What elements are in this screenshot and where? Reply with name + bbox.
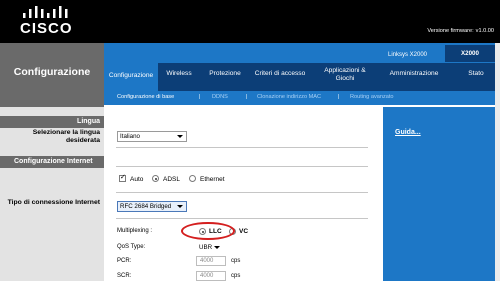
cisco-logo: CISCO	[18, 6, 78, 38]
subtab-configurazione-di-base[interactable]: Configurazione di base	[117, 94, 174, 100]
divider	[116, 166, 368, 167]
pcr-label: PCR:	[117, 258, 132, 264]
subtab-routing-avanzato[interactable]: Routing avanzato	[350, 94, 394, 100]
label-lingua: Selezionare la lingua desiderata	[32, 129, 100, 144]
right-edge	[495, 43, 500, 281]
chevron-down-icon	[177, 135, 183, 138]
logo-wordmark: CISCO	[20, 20, 73, 37]
encapsulation-select-value: RFC 2684 Bridged	[120, 203, 172, 210]
firmware-version: Versione firmware: v1.0.00	[425, 28, 494, 34]
model-bar	[104, 43, 495, 63]
divider	[116, 218, 368, 219]
firmware-label: Versione firmware:	[427, 28, 474, 34]
scr-input[interactable]: 4000	[196, 271, 226, 281]
qos-select-value: UBR	[199, 244, 213, 251]
qos-select[interactable]: UBR	[196, 242, 224, 253]
vc-label: VC	[239, 228, 249, 235]
tab-protezione[interactable]: Protezione	[204, 70, 246, 78]
subnav-separator: |	[338, 94, 340, 100]
ethernet-radio[interactable]	[189, 175, 196, 182]
adsl-radio[interactable]	[152, 175, 159, 182]
language-select-value: Italiano	[120, 133, 140, 140]
cisco-bars-icon	[23, 6, 68, 18]
ethernet-label: Ethernet	[200, 176, 225, 183]
subtab-clonazione-mac[interactable]: Clonazione indirizzo MAC	[257, 94, 321, 100]
qos-label: QoS Type:	[117, 244, 146, 250]
label-tipo-connessione: Tipo di connessione Internet	[7, 199, 100, 206]
multiplexing-label: Multiplexing :	[117, 228, 153, 234]
scr-label: SCR:	[117, 273, 132, 279]
tab-amministrazione[interactable]: Amministrazione	[382, 70, 446, 78]
model-badge: X2000	[445, 45, 495, 62]
subtab-ddns[interactable]: DDNS	[212, 94, 228, 100]
section-header-lingua: Lingua	[0, 116, 104, 128]
tab-applicazioni-giochi[interactable]: Applicazioni & Giochi	[316, 67, 374, 83]
auto-checkbox[interactable]	[119, 173, 126, 182]
tab-configurazione[interactable]: Configurazione	[104, 63, 158, 91]
encapsulation-select[interactable]: RFC 2684 Bridged	[117, 201, 187, 212]
scr-unit: cps	[231, 273, 241, 279]
tab-stato[interactable]: Stato	[462, 70, 490, 78]
subnav-separator: |	[246, 94, 248, 100]
divider	[116, 192, 368, 193]
pcr-unit: cps	[231, 258, 241, 264]
tab-wireless[interactable]: Wireless	[160, 70, 198, 78]
pcr-input[interactable]: 4000	[196, 256, 226, 266]
help-link[interactable]: Guida...	[395, 129, 421, 136]
top-bar: CISCO Versione firmware: v1.0.00	[0, 0, 500, 43]
subnav-separator: |	[199, 94, 201, 100]
tab-criteri-di-accesso[interactable]: Criteri di accesso	[248, 70, 312, 78]
highlight-circle	[181, 222, 235, 240]
adsl-label: ADSL	[163, 176, 180, 183]
auto-label: Auto	[130, 176, 144, 183]
model-name: Linksys X2000	[388, 52, 428, 58]
chevron-down-icon	[214, 246, 220, 249]
divider	[116, 147, 368, 148]
section-header-internet: Configurazione Internet	[0, 156, 104, 168]
language-select[interactable]: Italiano	[117, 131, 187, 142]
chevron-down-icon	[177, 205, 183, 208]
firmware-value: v1.0.00	[475, 28, 494, 34]
page-title: Configurazione	[13, 66, 91, 78]
